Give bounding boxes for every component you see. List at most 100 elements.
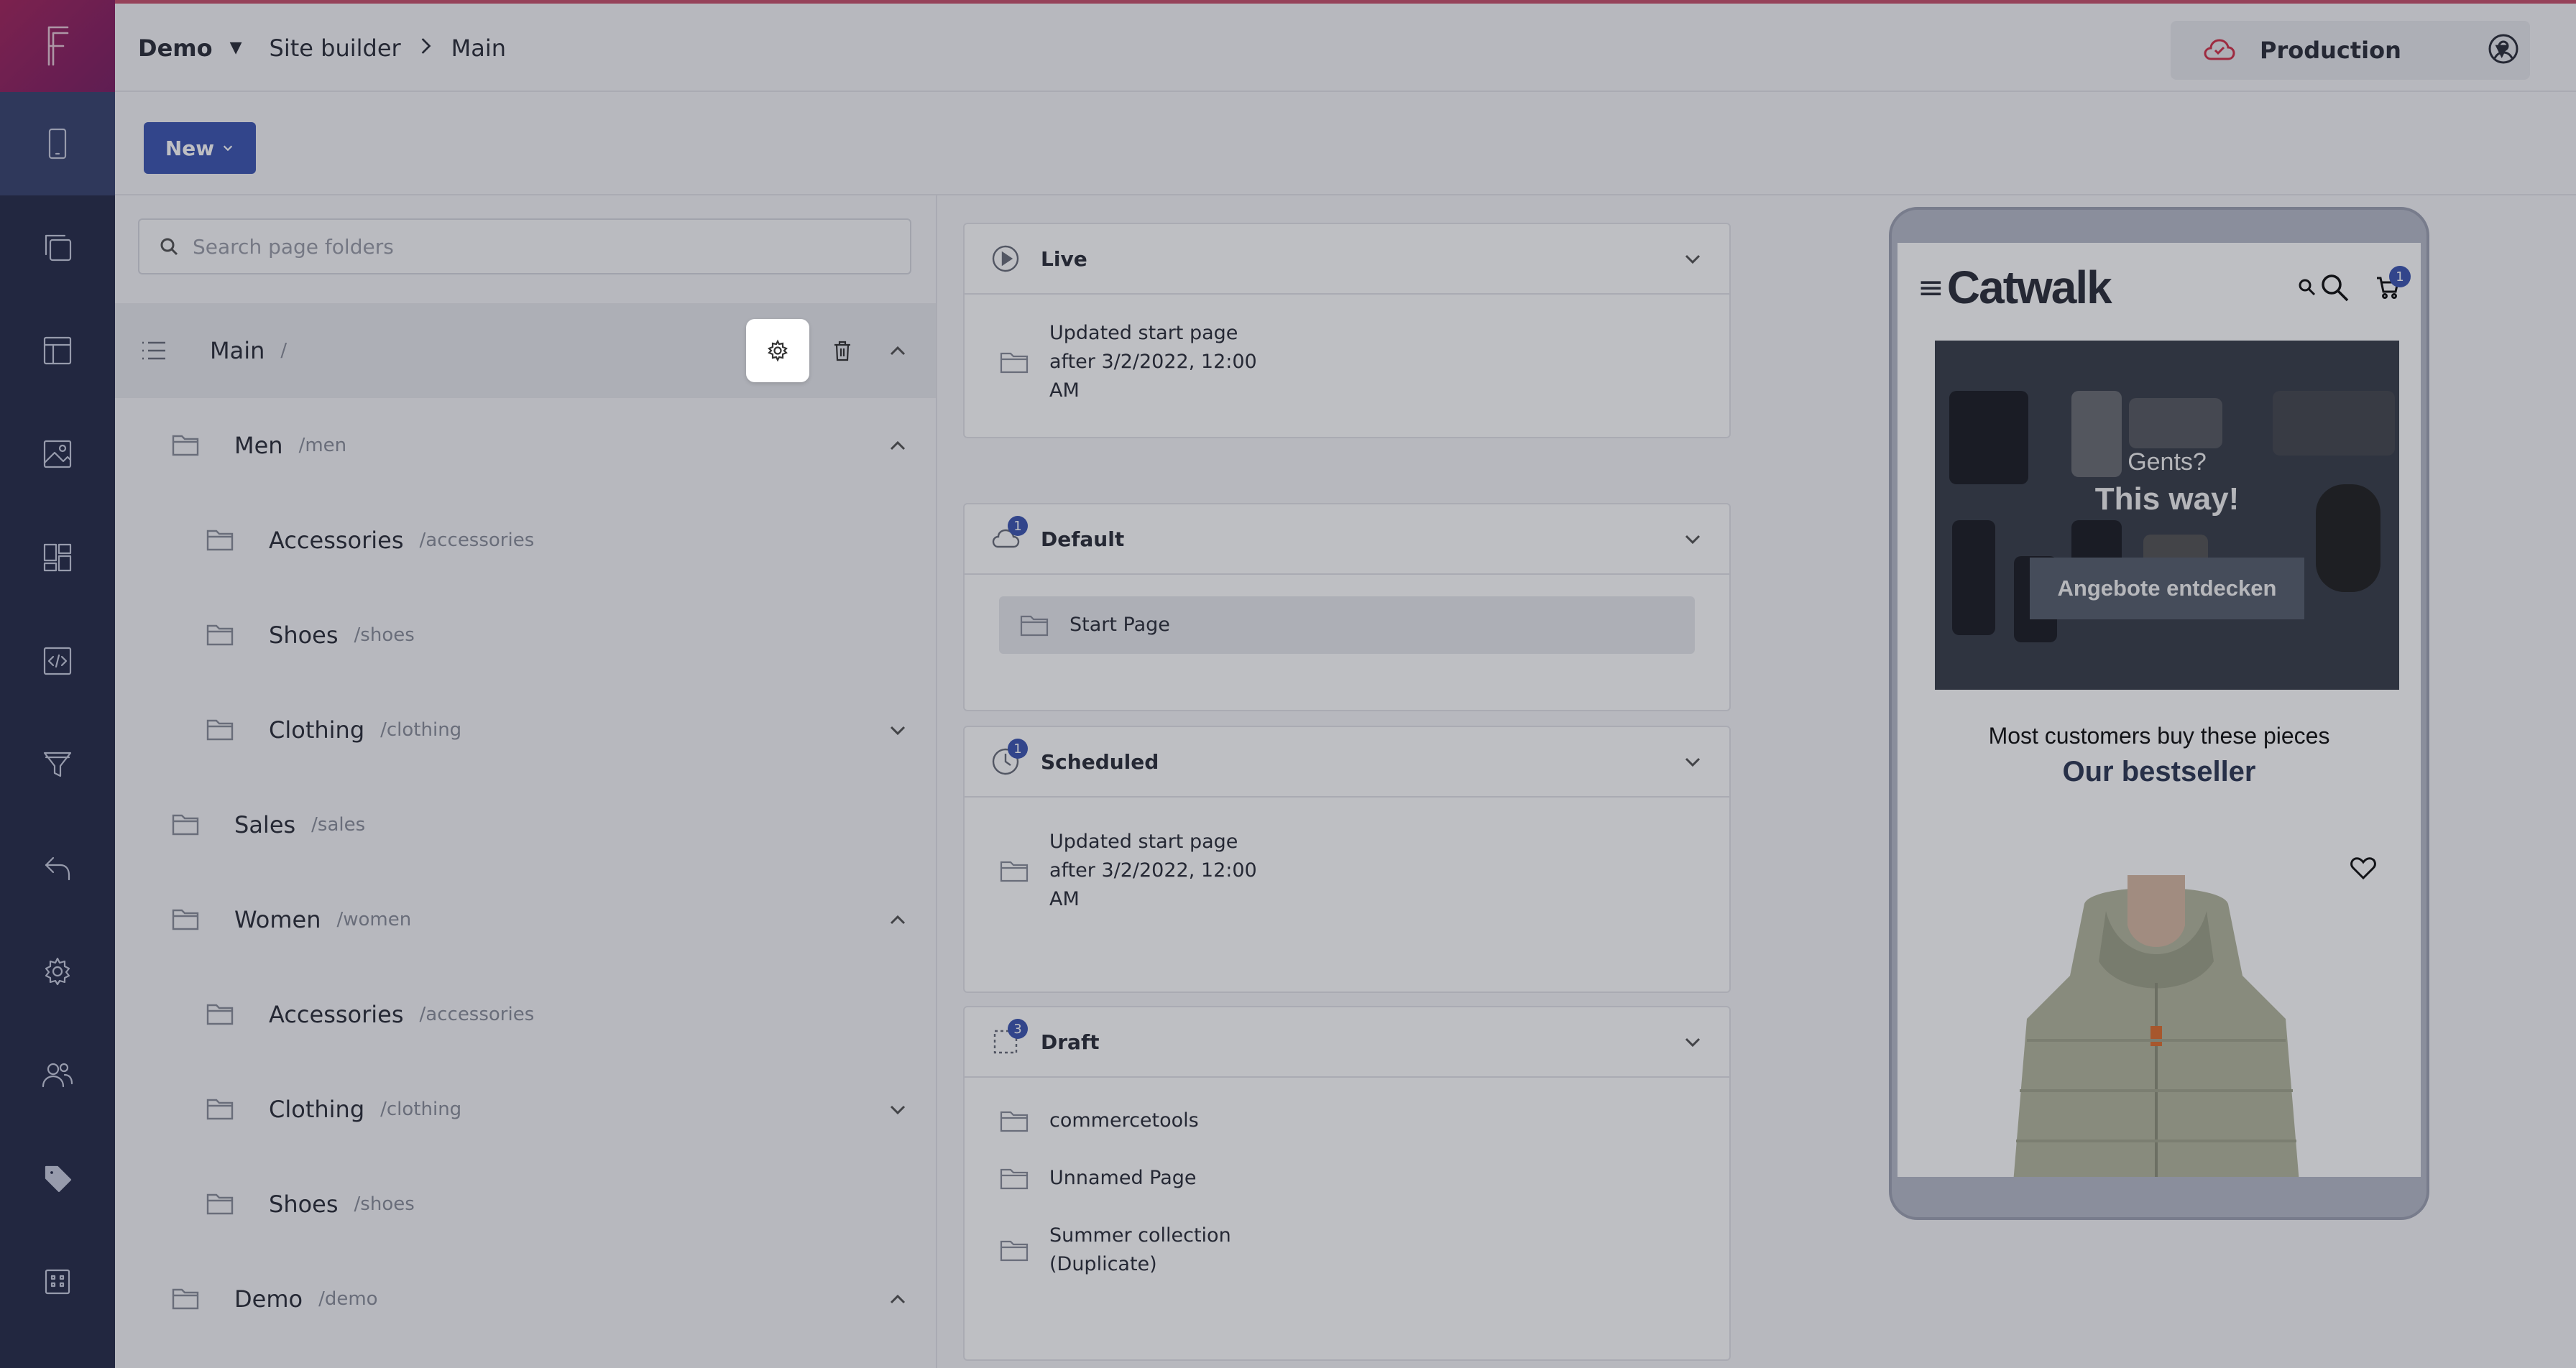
toolbar: New — [115, 92, 2576, 195]
tree-folder-shoes[interactable]: Shoes/shoes — [115, 588, 936, 683]
image-icon — [43, 440, 72, 468]
project-switcher[interactable]: Demo — [138, 34, 213, 62]
chevron-up-icon[interactable] — [887, 435, 908, 456]
delete-folder-button[interactable] — [821, 319, 864, 382]
tree-folder-accessories[interactable]: Accessories/accessories — [115, 967, 936, 1062]
chevron-up-icon[interactable] — [887, 909, 908, 930]
rail-components[interactable] — [0, 506, 115, 609]
draft-entry-commercetools[interactable]: commercetools — [999, 1106, 1199, 1135]
rail-layout[interactable] — [0, 299, 115, 402]
draft-entry-label: commercetools — [1049, 1109, 1199, 1132]
draft-entry-summer[interactable]: Summer collection (Duplicate) — [999, 1221, 1231, 1279]
phone-screen[interactable]: ≡ Catwalk 1 Gents? This way! Angebote en… — [1898, 243, 2421, 1177]
draft-entry-unnamed[interactable]: Unnamed Page — [999, 1164, 1197, 1193]
folder-search — [138, 218, 911, 274]
tree-folder-path: /accessories — [419, 530, 535, 551]
frontastic-logo[interactable] — [0, 0, 115, 92]
panel-scheduled-title: Scheduled — [1041, 749, 1159, 774]
environment-selector[interactable]: Production ▼ — [2171, 21, 2530, 80]
icon-rail — [0, 0, 115, 1368]
folder-icon — [172, 435, 199, 456]
draft-entry-label: Summer collection (Duplicate) — [1049, 1224, 1231, 1275]
tree-folder-icon-wrap — [206, 623, 234, 647]
rail-users[interactable] — [0, 1023, 115, 1127]
section-kicker: Most customers buy these pieces — [1988, 723, 2330, 749]
draft-entry-label: Unnamed Page — [1049, 1167, 1197, 1189]
rail-redirects[interactable] — [0, 816, 115, 920]
folder-icon — [1000, 352, 1029, 374]
rail-tags[interactable] — [0, 1127, 115, 1230]
panel-live-header[interactable]: Live — [965, 224, 1729, 295]
live-entry[interactable]: Updated start page after 3/2/2022, 12:00… — [999, 319, 1257, 405]
panel-default: 1 Default Start Page — [963, 503, 1731, 711]
breadcrumb-current: Main — [451, 34, 507, 62]
tree-folder-men[interactable]: Men/men — [115, 398, 936, 493]
chevron-down-icon[interactable] — [887, 1099, 908, 1120]
panel-live-title: Live — [1041, 246, 1087, 271]
tree-folder-accessories[interactable]: Accessories/accessories — [115, 493, 936, 588]
panel-draft-header[interactable]: 3 Draft — [965, 1007, 1729, 1078]
new-button-label: New — [165, 136, 215, 160]
heart-icon[interactable] — [2349, 854, 2378, 882]
folder-icon — [1000, 861, 1029, 882]
users-icon — [42, 1063, 73, 1088]
tree-folder-icon-wrap — [206, 1192, 234, 1216]
chevron-up-icon[interactable] — [887, 1288, 908, 1310]
cloud-icon — [2204, 39, 2235, 60]
chevron-up-icon[interactable] — [887, 340, 908, 361]
rail-developer[interactable] — [0, 609, 115, 713]
hamburger-menu-icon: ≡ — [1918, 269, 1944, 306]
folder-search-input[interactable] — [193, 234, 840, 259]
panel-scheduled: 1 Scheduled Updated start page after 3/2… — [963, 726, 1731, 993]
rail-apps[interactable] — [0, 1230, 115, 1334]
rail-pages[interactable] — [0, 195, 115, 299]
dashboard-icon — [43, 543, 72, 572]
tree-folder-clothing[interactable]: Clothing/clothing — [115, 683, 936, 777]
tree-folder-path: /clothing — [380, 1099, 462, 1120]
tree-folder-path: /shoes — [354, 1193, 415, 1215]
mobile-preview: ≡ Catwalk 1 Gents? This way! Angebote en… — [1742, 195, 2576, 1368]
panel-default-header[interactable]: 1 Default — [965, 504, 1729, 575]
tree-folder-name: Shoes — [269, 621, 339, 649]
folder-icon — [1000, 1111, 1029, 1132]
tree-folder-name: Women — [234, 906, 321, 933]
environment-label: Production — [2260, 37, 2401, 64]
folder-icon — [172, 909, 199, 930]
default-count-badge: 1 — [1008, 516, 1028, 536]
copy-icon — [45, 234, 72, 262]
tree-folder-name: Men — [234, 432, 283, 459]
new-button[interactable]: New — [144, 122, 256, 174]
panel-scheduled-header[interactable]: 1 Scheduled — [965, 727, 1729, 798]
shop-brand: Catwalk — [1946, 262, 2112, 313]
rail-mobile-preview[interactable] — [0, 92, 115, 195]
scheduled-entry[interactable]: Updated start page after 3/2/2022, 12:00… — [999, 828, 1257, 914]
rail-filters[interactable] — [0, 713, 115, 816]
tree-folder-icon-wrap — [171, 907, 200, 932]
tree-folder-clothing[interactable]: Clothing/clothing — [115, 1062, 936, 1157]
default-entry[interactable]: Start Page — [999, 596, 1695, 654]
tree-folder-path: /shoes — [354, 624, 415, 646]
folder-settings-button[interactable] — [746, 319, 809, 382]
folder-icon — [206, 624, 234, 646]
folder-icon — [206, 530, 234, 551]
chevron-down-icon — [1685, 535, 1701, 545]
hero-cta-button[interactable]: Angebote entdecken — [2030, 558, 2304, 619]
rail-media[interactable] — [0, 402, 115, 506]
tree-folder-women[interactable]: Women/women — [115, 872, 936, 967]
panel-draft-title: Draft — [1041, 1030, 1100, 1054]
tree-folder-demo[interactable]: Demo/demo — [115, 1252, 936, 1346]
breadcrumb-chevron-icon — [420, 34, 433, 62]
tree-folder-shoes[interactable]: Shoes/shoes — [115, 1157, 936, 1252]
code-icon — [43, 647, 72, 675]
tree-folder-name: Clothing — [269, 716, 365, 744]
user-account-icon[interactable] — [2487, 32, 2520, 65]
tree-folder-name: Accessories — [269, 527, 404, 554]
tree-folder-sales[interactable]: Sales/sales — [115, 777, 936, 872]
rail-settings[interactable] — [0, 920, 115, 1023]
chevron-down-icon[interactable] — [887, 719, 908, 741]
folder-icon — [206, 1099, 234, 1120]
tree-root-main[interactable]: Main / — [115, 303, 936, 398]
breadcrumb-site-builder[interactable]: Site builder — [270, 34, 401, 62]
folder-icon — [206, 719, 234, 741]
project-caret-icon[interactable]: ▼ — [230, 39, 242, 57]
